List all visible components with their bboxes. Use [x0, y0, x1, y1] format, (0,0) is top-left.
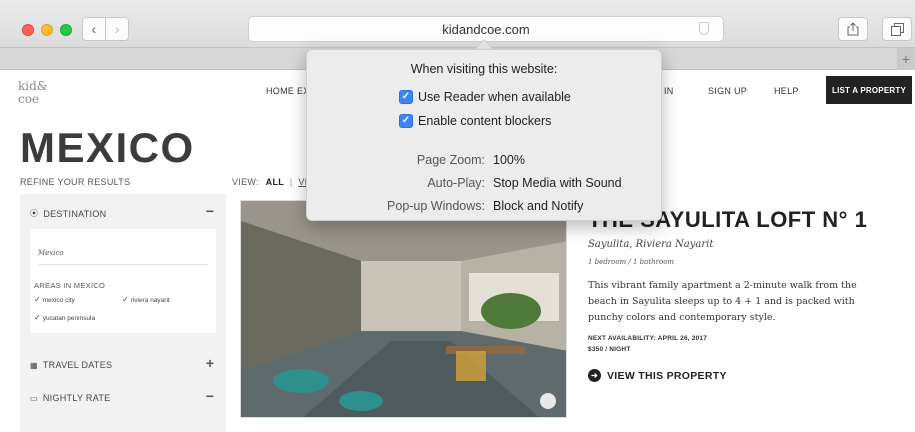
address-url: kidandcoe.com — [442, 22, 530, 37]
refine-heading: REFINE YOUR RESULTS — [20, 177, 131, 187]
show-tabs-button[interactable] — [882, 17, 912, 41]
filter-sidebar: ⦿ DESTINATION − Mexico AREAS IN MEXICO ✓… — [20, 194, 226, 432]
browser-toolbar: ‹ › kidandcoe.com — [0, 0, 915, 432]
nav-help[interactable]: HELP — [774, 86, 799, 96]
page-title: MEXICO — [20, 124, 195, 171]
share-button[interactable] — [838, 17, 868, 41]
checkbox-checked-icon: ✓ — [399, 90, 413, 104]
property-description: This vibrant family apartment a 2-minute… — [588, 280, 857, 323]
plus-icon: + — [901, 51, 911, 67]
site-logo[interactable]: kid& coe — [18, 80, 58, 106]
view-label: VIEW: — [232, 177, 259, 187]
auto-play-select[interactable]: Stop Media with Sound — [493, 176, 622, 190]
nightly-rate-collapse-button[interactable]: − — [206, 388, 214, 404]
auto-play-label: Auto-Play: — [427, 176, 485, 190]
areas-label: AREAS IN MEXICO — [34, 281, 106, 290]
popup-windows-select[interactable]: Block and Notify — [493, 199, 583, 213]
destination-input[interactable]: Mexico — [38, 245, 208, 265]
list-property-button[interactable]: LIST A PROPERTY — [826, 76, 912, 104]
forward-icon: › — [114, 21, 120, 37]
property-rooms: 1 bedroom / 1 bathroom — [588, 258, 675, 266]
area-checkbox-riviera-nayarit[interactable]: ✓ riviera nayarit — [122, 295, 170, 304]
zoom-window-button[interactable] — [60, 24, 72, 36]
website-settings-popover: When visiting this website: ✓ Use Reader… — [306, 49, 662, 221]
area-checkbox-yucatan-peninsula[interactable]: ✓ yucatan peninsula — [34, 313, 95, 322]
shield-icon — [699, 22, 709, 35]
nav-sign-in[interactable]: IN — [664, 86, 674, 96]
page-zoom-label: Page Zoom: — [416, 153, 485, 167]
popup-windows-label: Pop-up Windows: — [387, 199, 485, 213]
check-icon: ✓ — [34, 295, 41, 304]
check-icon: ✓ — [122, 295, 129, 304]
arrow-circle-icon: ➜ — [588, 369, 601, 382]
destination-panel: Mexico AREAS IN MEXICO ✓ mexico city ✓ riv… — [30, 229, 216, 333]
next-availability: NEXT AVAILABILITY: APRIL 26, 2017 — [588, 335, 708, 342]
destination-collapse-button[interactable]: − — [206, 203, 214, 219]
new-tab-button[interactable]: + — [897, 48, 915, 70]
back-icon: ‹ — [91, 21, 97, 37]
tabs-icon — [890, 22, 904, 36]
calendar-icon: ▦ — [30, 360, 38, 370]
money-icon: ▭ — [30, 393, 38, 403]
nav-sign-up[interactable]: SIGN UP — [708, 86, 747, 96]
content-blockers-checkbox[interactable]: ✓ Enable content blockers — [399, 114, 551, 128]
back-button[interactable]: ‹ — [82, 17, 106, 41]
view-all-link[interactable]: ALL — [266, 177, 284, 187]
reader-checkbox[interactable]: ✓ Use Reader when available — [399, 90, 571, 104]
nav-home-exchange[interactable]: HOME EX — [266, 86, 310, 96]
view-property-link[interactable]: ➜ VIEW THIS PROPERTY — [588, 369, 727, 382]
area-checkbox-mexico-city[interactable]: ✓ mexico city — [34, 295, 75, 304]
minimize-window-button[interactable] — [41, 24, 53, 36]
page-zoom-select[interactable]: 100% — [493, 153, 525, 167]
close-window-button[interactable] — [22, 24, 34, 36]
nightly-rate-header[interactable]: ▭ NIGHTLY RATE — [30, 393, 110, 403]
travel-dates-expand-button[interactable]: + — [206, 355, 214, 371]
view-separator: | — [289, 177, 293, 187]
location-pin-icon: ⦿ — [30, 209, 39, 218]
nightly-price: $350 / NIGHT — [588, 346, 631, 353]
checkbox-checked-icon: ✓ — [399, 114, 413, 128]
share-icon — [847, 22, 859, 36]
loft-interior-image — [241, 201, 566, 417]
destination-header[interactable]: ⦿ DESTINATION — [30, 208, 106, 219]
property-location: Sayulita, Riviera Nayarit — [588, 239, 714, 250]
check-icon: ✓ — [34, 313, 41, 322]
address-bar[interactable]: kidandcoe.com — [248, 16, 724, 42]
view-filter: VIEW: ALL | VI — [232, 177, 307, 187]
travel-dates-header[interactable]: ▦ TRAVEL DATES — [30, 360, 112, 370]
popover-title: When visiting this website: — [410, 62, 558, 76]
property-photo[interactable] — [240, 200, 567, 418]
forward-button[interactable]: › — [105, 17, 129, 41]
